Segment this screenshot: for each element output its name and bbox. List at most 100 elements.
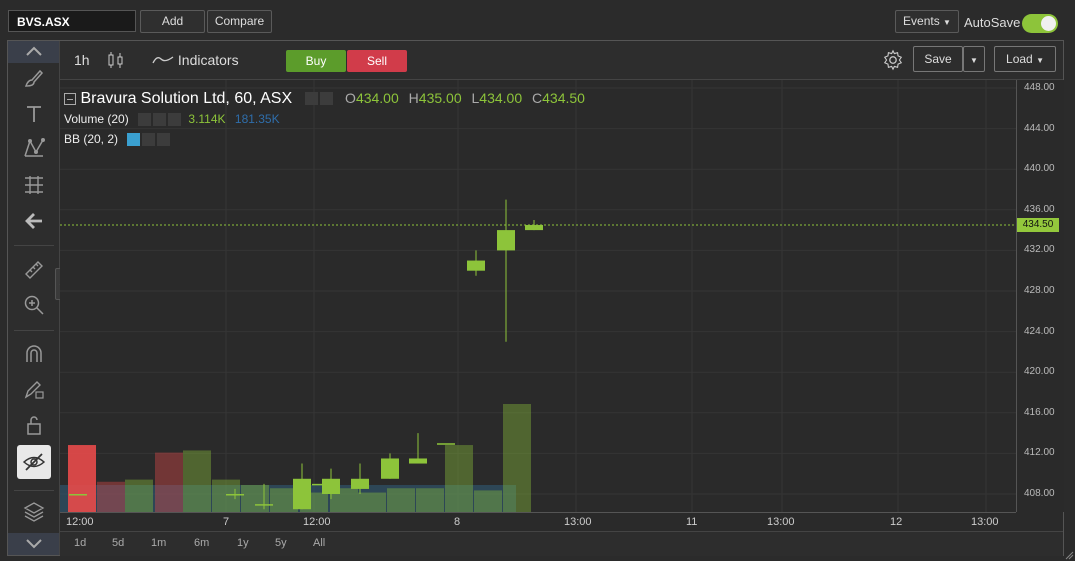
chevron-down-icon bbox=[25, 539, 42, 549]
high-value: 435.00 bbox=[418, 90, 462, 106]
range-6m-button[interactable]: 6m bbox=[194, 537, 209, 549]
layers-icon bbox=[23, 502, 44, 522]
zoom-tool[interactable] bbox=[8, 288, 59, 322]
close-icon[interactable] bbox=[168, 113, 182, 127]
ohlc-values: O434.00 H435.00 L434.00 C434.50 bbox=[345, 90, 585, 106]
time-tick-label: 12:00 bbox=[66, 516, 94, 528]
collapse-legend-icon[interactable] bbox=[64, 92, 76, 105]
unlock-icon bbox=[26, 416, 41, 435]
range-selector: 1d 5d 1m 6m 1y 5y All bbox=[60, 531, 1063, 556]
time-tick-label: 13:00 bbox=[767, 516, 795, 528]
price-tick-label: 436.00 bbox=[1024, 203, 1055, 215]
volume-bar bbox=[503, 404, 531, 512]
range-1d-button[interactable]: 1d bbox=[74, 537, 86, 549]
add-button[interactable]: Add bbox=[140, 10, 205, 33]
range-5d-button[interactable]: 5d bbox=[112, 537, 124, 549]
fib-tool[interactable] bbox=[8, 168, 59, 202]
price-axis[interactable]: 448.00 444.00 440.00 436.00 432.00 428.00 424.… bbox=[1016, 80, 1064, 512]
interval-button[interactable]: 1h bbox=[74, 52, 90, 68]
symbol-title: Bravura Solution Ltd, 60, ASX bbox=[80, 90, 293, 107]
text-tool[interactable] bbox=[8, 97, 59, 131]
lock-drawing-tool[interactable] bbox=[8, 372, 59, 406]
candle-body bbox=[351, 478, 369, 489]
save-menu-button[interactable]: ▼ bbox=[963, 46, 985, 72]
save-button[interactable]: Save bbox=[913, 46, 963, 72]
volume-legend-row: Volume (20) 3.114K 181.35K bbox=[64, 112, 280, 127]
gear-icon bbox=[883, 49, 903, 71]
autosave-toggle[interactable] bbox=[1022, 14, 1058, 33]
top-toolbar: BVS.ASX Add Compare Events ▼ AutoSave bbox=[0, 0, 1075, 40]
sell-button[interactable]: Sell bbox=[347, 50, 407, 72]
events-dropdown[interactable]: Events ▼ bbox=[895, 10, 959, 33]
candle-body bbox=[497, 230, 515, 251]
candle-body bbox=[409, 458, 427, 464]
eye-icon[interactable] bbox=[127, 133, 141, 147]
eye-icon[interactable] bbox=[138, 113, 152, 127]
volume-bar bbox=[474, 490, 502, 512]
volume-label: Volume (20) bbox=[64, 112, 129, 126]
volume-bar bbox=[97, 481, 125, 512]
volume-bar bbox=[241, 485, 269, 512]
volume-bar bbox=[125, 479, 153, 512]
symbol-input[interactable]: BVS.ASX bbox=[8, 10, 136, 32]
candle-body bbox=[226, 494, 244, 496]
time-tick-label: 7 bbox=[223, 516, 230, 528]
range-all-button[interactable]: All bbox=[313, 537, 325, 549]
volume-bar bbox=[155, 452, 183, 512]
price-tick-label: 408.00 bbox=[1024, 488, 1055, 499]
candle-body bbox=[255, 504, 273, 506]
layers-tool[interactable] bbox=[8, 494, 59, 528]
volume-bar bbox=[183, 450, 211, 512]
candle-body bbox=[322, 478, 340, 494]
price-tick-label: 448.00 bbox=[1024, 82, 1055, 93]
volume-value: 3.114K bbox=[188, 112, 226, 126]
ruler-icon bbox=[24, 261, 43, 279]
autosave-label: AutoSave bbox=[964, 15, 1021, 30]
settings-button[interactable] bbox=[882, 49, 904, 76]
pattern-tool[interactable] bbox=[8, 131, 59, 165]
chart-plot-area[interactable] bbox=[60, 80, 1016, 512]
load-button[interactable]: Load ▼ bbox=[994, 46, 1056, 72]
gear-icon[interactable] bbox=[153, 113, 167, 127]
time-tick-label: 12:00 bbox=[303, 516, 331, 528]
range-1m-button[interactable]: 1m bbox=[151, 537, 166, 549]
time-tick-label: 12 bbox=[890, 516, 903, 528]
brush-tool[interactable] bbox=[8, 61, 59, 95]
scroll-up-button[interactable] bbox=[8, 41, 59, 63]
arrow-left-icon bbox=[24, 213, 42, 229]
time-axis[interactable]: 12:00 7 12:00 8 13:00 11 13:00 12 13:00 bbox=[60, 512, 1016, 531]
buy-button[interactable]: Buy bbox=[286, 50, 346, 72]
scroll-down-button[interactable] bbox=[8, 533, 59, 555]
caret-down-icon: ▼ bbox=[1036, 56, 1044, 65]
time-tick-label: 11 bbox=[686, 516, 698, 528]
close-icon[interactable] bbox=[157, 133, 171, 147]
measure-tool[interactable] bbox=[8, 253, 59, 287]
price-tick-label: 412.00 bbox=[1024, 447, 1055, 459]
candle-body bbox=[525, 225, 543, 231]
candles-icon bbox=[108, 52, 123, 68]
chart-style-button[interactable] bbox=[107, 50, 125, 73]
candle-body bbox=[69, 494, 87, 496]
lock-tool[interactable] bbox=[8, 408, 59, 442]
gear-icon[interactable] bbox=[319, 92, 333, 106]
resize-grip-icon[interactable] bbox=[1064, 550, 1074, 560]
volume-ma-value: 181.35K bbox=[234, 112, 280, 126]
range-5y-button[interactable]: 5y bbox=[275, 537, 287, 549]
magnet-icon bbox=[25, 345, 42, 362]
gear-icon[interactable] bbox=[142, 133, 156, 147]
pencil-lock-icon bbox=[24, 381, 44, 399]
arrow-tool[interactable] bbox=[8, 204, 59, 238]
legend-main-row: Bravura Solution Ltd, 60, ASX O434.00 H4… bbox=[64, 90, 585, 108]
price-chart bbox=[60, 80, 1016, 512]
compare-button[interactable]: Compare bbox=[207, 10, 272, 33]
range-1y-button[interactable]: 1y bbox=[237, 537, 249, 549]
hide-drawings-tool[interactable] bbox=[17, 445, 51, 479]
eye-icon[interactable] bbox=[304, 92, 318, 106]
bb-label: BB (20, 2) bbox=[64, 132, 119, 146]
indicators-button[interactable]: Indicators bbox=[152, 52, 239, 68]
candle-body bbox=[381, 458, 399, 479]
magnet-tool[interactable] bbox=[8, 337, 59, 371]
caret-down-icon: ▼ bbox=[970, 56, 978, 65]
price-tick-label: 432.00 bbox=[1024, 244, 1055, 256]
bb-legend-row: BB (20, 2) bbox=[64, 132, 171, 147]
